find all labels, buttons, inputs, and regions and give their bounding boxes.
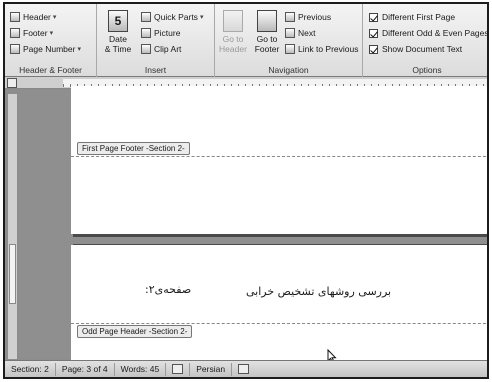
clip-art-icon [141, 44, 151, 54]
go-to-header-button[interactable]: Go to Header [217, 10, 249, 54]
go-to-footer-icon [257, 10, 277, 32]
status-language[interactable]: Persian [190, 362, 233, 376]
tab-selector-icon[interactable] [7, 78, 17, 88]
previous-icon [285, 12, 295, 22]
vertical-ruler[interactable] [8, 94, 17, 359]
proofing-status[interactable] [166, 362, 191, 376]
link-icon [285, 44, 295, 54]
header-boundary [71, 323, 487, 324]
picture-button[interactable]: Picture [141, 26, 180, 40]
date-time-button[interactable]: 5 Date & Time [103, 10, 133, 54]
proofing-icon [172, 364, 184, 375]
dropdown-arrow-icon: ▾ [49, 30, 54, 37]
header-button[interactable]: Header ▾ [10, 10, 56, 24]
picture-icon [141, 28, 151, 38]
checkbox-checked-icon [369, 28, 378, 38]
ribbon: Header ▾ Footer ▾ Page Number ▾ Header & Fo… [5, 4, 487, 77]
checkbox-checked-icon [369, 44, 378, 54]
dropdown-arrow-icon: ▾ [52, 14, 57, 21]
group-options: Different First Page Different Odd & Eve… [363, 4, 487, 77]
page-second: صفحه‌ی۲: بررسی روشهای تشخیص خرابی Odd Pa… [71, 245, 487, 365]
page-number-button[interactable]: Page Number ▾ [10, 42, 81, 56]
status-bar: Section: 2 Page: 3 of 4 Words: 45 Persia… [5, 360, 487, 377]
macro-recording-status[interactable] [232, 363, 255, 376]
clip-art-button[interactable]: Clip Art [141, 42, 181, 56]
status-words[interactable]: Words: 45 [115, 362, 167, 376]
header-icon [10, 12, 20, 22]
quick-parts-button[interactable]: Quick Parts ▾ [141, 10, 203, 24]
dropdown-arrow-icon: ▾ [199, 14, 204, 21]
group-navigation: Go to Header Go to Footer Previous Next … [215, 4, 363, 77]
header-page-number[interactable]: صفحه‌ی۲: [145, 283, 191, 296]
status-section[interactable]: Section: 2 [5, 362, 56, 376]
group-insert: 5 Date & Time Quick Parts ▾ Picture Clip … [97, 4, 215, 77]
odd-page-header-tab: Odd Page Header -Section 2- [77, 325, 193, 338]
footer-button[interactable]: Footer ▾ [10, 26, 53, 40]
footer-boundary [71, 156, 487, 157]
footer-icon [10, 28, 20, 38]
different-odd-even-checkbox[interactable]: Different Odd & Even Pages [369, 26, 487, 40]
word-window: Header ▾ Footer ▾ Page Number ▾ Header & Fo… [3, 2, 489, 379]
previous-button[interactable]: Previous [285, 10, 331, 24]
dropdown-arrow-icon: ▾ [77, 46, 81, 53]
first-page-footer-tab: First Page Footer -Section 2- [77, 142, 190, 155]
calendar-icon: 5 [108, 10, 128, 32]
group-label-insert: Insert [144, 65, 167, 75]
quick-parts-icon [141, 12, 151, 22]
checkbox-checked-icon [369, 12, 378, 22]
page-first: First Page Footer -Section 2- [71, 86, 487, 234]
go-to-footer-button[interactable]: Go to Footer [251, 10, 283, 54]
group-label-header-footer: Header & Footer [19, 65, 82, 75]
group-label-navigation: Navigation [268, 65, 309, 75]
link-to-previous-button[interactable]: Link to Previous [285, 42, 358, 56]
show-document-text-checkbox[interactable]: Show Document Text [369, 42, 462, 56]
document-area[interactable]: First Page Footer -Section 2- صفحه‌ی۲: ب… [19, 86, 487, 365]
group-label-options: Options [412, 65, 442, 75]
different-first-page-checkbox[interactable]: Different First Page [369, 10, 455, 24]
vertical-ruler-segment [9, 244, 16, 304]
group-header-footer: Header ▾ Footer ▾ Page Number ▾ Header & Fo… [5, 4, 97, 77]
next-button[interactable]: Next [285, 26, 315, 40]
macro-icon [238, 364, 250, 375]
page-number-icon [10, 44, 20, 54]
next-icon [285, 28, 295, 38]
header-title-text[interactable]: بررسی روشهای تشخیص خرابی [246, 285, 391, 298]
status-page[interactable]: Page: 3 of 4 [56, 362, 115, 376]
go-to-header-icon [223, 10, 243, 32]
